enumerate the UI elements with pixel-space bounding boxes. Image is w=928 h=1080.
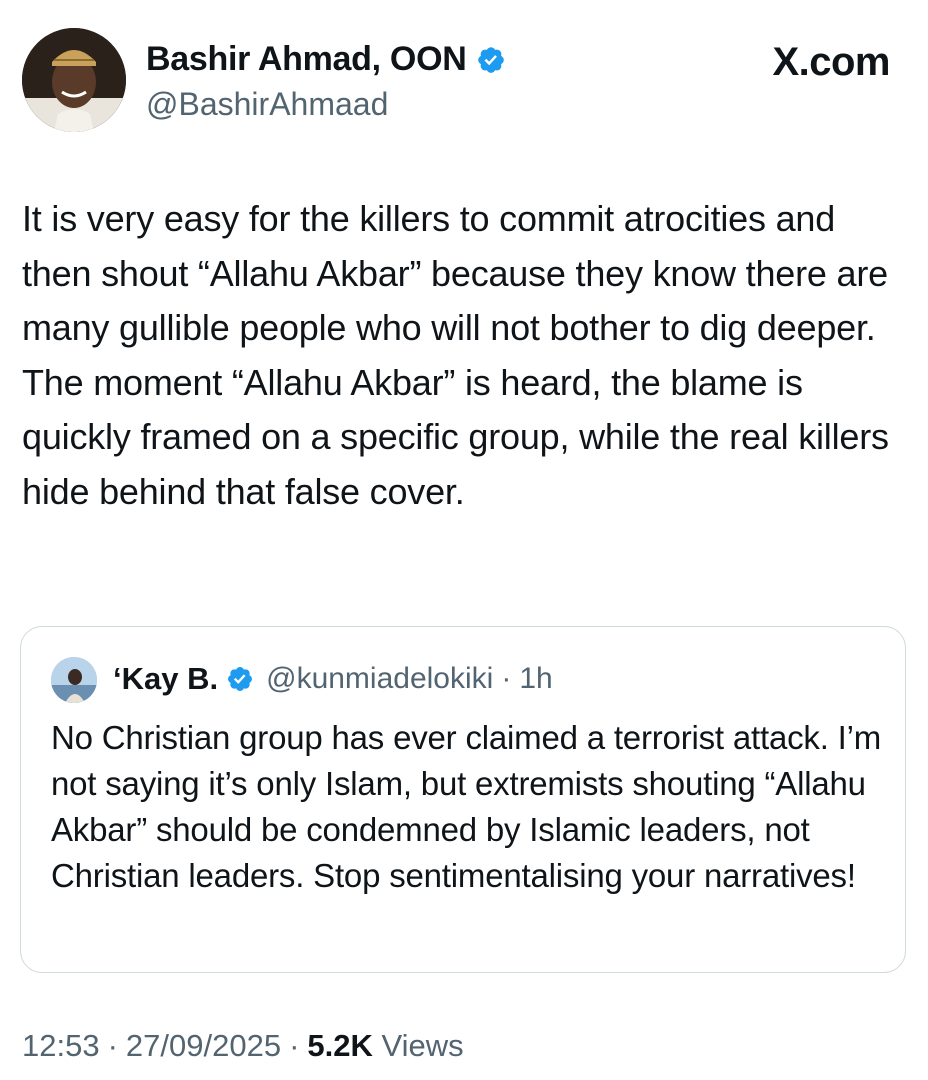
- meta-separator: ·: [289, 1028, 300, 1063]
- quote-timestamp[interactable]: 1h: [519, 662, 552, 696]
- author-name-row[interactable]: Bashir Ahmad, OON: [146, 40, 506, 79]
- author-handle[interactable]: @BashirAhmaad: [146, 86, 388, 123]
- quote-author-name[interactable]: ‘Kay B.: [113, 661, 218, 697]
- quote-author-handle[interactable]: @kunmiadelokiki: [266, 662, 493, 696]
- verified-badge-icon: [478, 46, 505, 73]
- author-name[interactable]: Bashir Ahmad, OON: [146, 40, 467, 79]
- quote-avatar[interactable]: [51, 657, 97, 703]
- quote-text: No Christian group has ever claimed a te…: [51, 719, 882, 894]
- brand-watermark: X.com: [772, 40, 890, 84]
- author-avatar[interactable]: [22, 28, 126, 132]
- tweet-meta: 12:53 · 27/09/2025 · 5.2K Views: [22, 1028, 464, 1064]
- tweet-time[interactable]: 12:53: [22, 1028, 100, 1064]
- tweet-date[interactable]: 27/09/2025: [126, 1028, 281, 1064]
- quote-header: ‘Kay B. @kunmiadelokiki · 1h: [113, 661, 553, 697]
- meta-separator: ·: [107, 1028, 118, 1063]
- quote-separator: ·: [501, 662, 512, 695]
- quoted-tweet-card[interactable]: ‘Kay B. @kunmiadelokiki · 1h No Christia…: [20, 626, 906, 973]
- tweet-text: It is very easy for the killers to commi…: [22, 198, 889, 512]
- verified-badge-icon: [228, 667, 253, 691]
- views-label: Views: [381, 1028, 464, 1063]
- quote-avatar-photo-icon: [51, 657, 97, 703]
- avatar-photo-icon: [22, 28, 126, 132]
- views-count[interactable]: 5.2K: [307, 1028, 372, 1063]
